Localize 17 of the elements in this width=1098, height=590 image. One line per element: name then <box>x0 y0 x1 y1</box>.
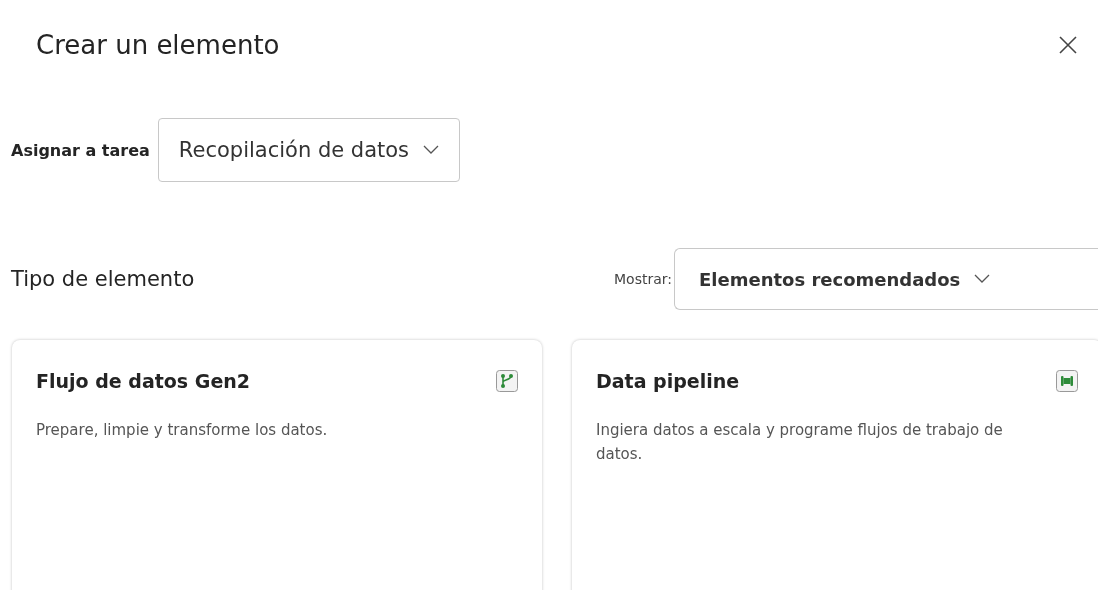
section-title: Tipo de elemento <box>11 267 195 291</box>
pipeline-icon <box>1056 370 1078 392</box>
item-type-card[interactable]: Data pipeline Ingiera datos a escala y programe flujos de trabajo de datos. <box>572 340 1098 590</box>
card-description: Ingiera datos a escala y programe flujos de trabajo de datos. <box>596 420 1004 465</box>
filter-dropdown[interactable]: Elementos recomendados <box>674 248 1098 310</box>
dialog-title: Crear un elemento <box>36 30 280 60</box>
chevron-icon <box>423 145 440 155</box>
task-dropdown[interactable]: Recopilación de datos <box>157 118 461 182</box>
item-type-card[interactable]: Flujo de datos Gen2 Prepare, limpie y transforme los datos. <box>12 340 542 590</box>
chevron-icon <box>974 274 991 284</box>
branch-icon <box>496 370 518 392</box>
card-title: Data pipeline <box>596 370 740 392</box>
card-description: Prepare, limpie y transforme los datos. <box>36 420 329 441</box>
assign-label: Asignar a tarea <box>11 140 150 160</box>
card-title: Flujo de datos Gen2 <box>36 370 250 392</box>
filter-label: Mostrar: <box>614 271 672 287</box>
close-icon[interactable] <box>1058 35 1078 55</box>
